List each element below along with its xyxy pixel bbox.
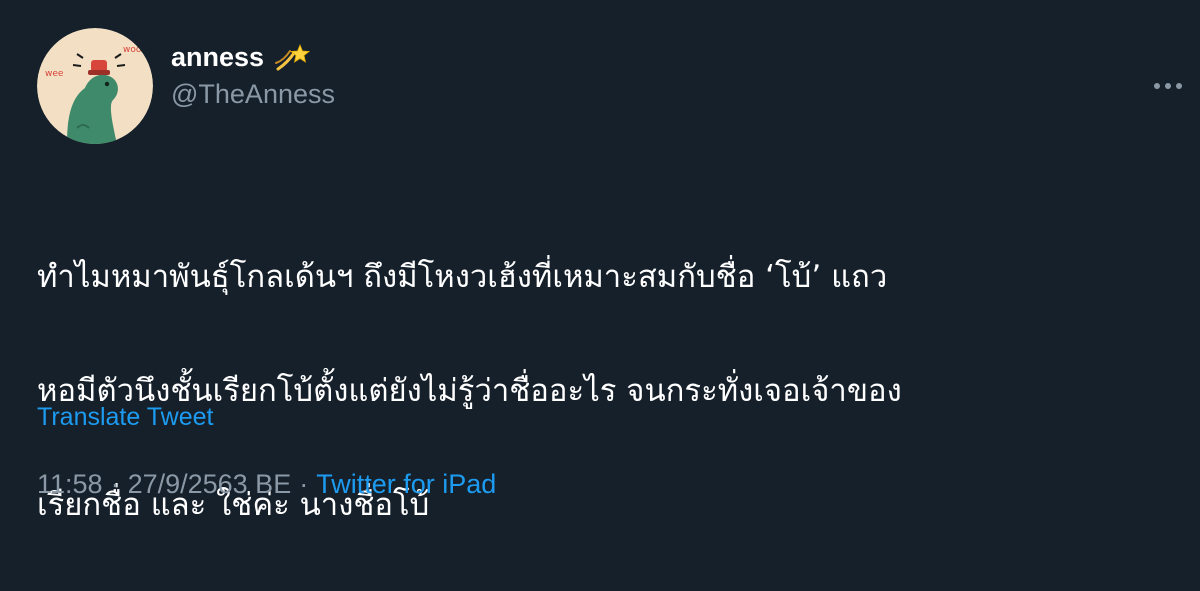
- display-name[interactable]: anness: [171, 42, 264, 73]
- avatar[interactable]: woo wee: [37, 28, 153, 144]
- avatar-text-woo: woo: [123, 45, 142, 55]
- translate-tweet-link[interactable]: Translate Tweet: [37, 403, 213, 432]
- avatar-text-wee: wee: [45, 69, 64, 79]
- meta-separator: ·: [299, 469, 309, 499]
- tweet-text: ทำไมหมาพันธุ์โกลเด้นฯ ถึงมีโหงวเฮ้งที่เห…: [37, 192, 1177, 591]
- tweet-time[interactable]: 11:58: [37, 469, 103, 500]
- tweet-meta: 11:58 · 27/9/2563 BE · Twitter for iPad: [37, 469, 496, 500]
- tweet-text-line: ทำไมหมาพันธุ์โกลเด้นฯ ถึงมีโหงวเฮ้งที่เห…: [37, 259, 888, 295]
- author-handle[interactable]: @TheAnness: [171, 79, 335, 110]
- avatar-image: woo wee: [37, 28, 153, 144]
- tweet-card: woo wee anness @TheAnness ทำไมหมาพันธุ์โ…: [0, 0, 1200, 523]
- tweet-source-link[interactable]: Twitter for iPad: [316, 469, 496, 500]
- meta-separator: ·: [110, 469, 120, 499]
- tweet-date[interactable]: 27/9/2563 BE: [128, 469, 292, 500]
- dizzy-icon: [274, 43, 311, 73]
- author-name-row: anness: [171, 42, 311, 73]
- more-horizontal-icon[interactable]: [1150, 72, 1186, 100]
